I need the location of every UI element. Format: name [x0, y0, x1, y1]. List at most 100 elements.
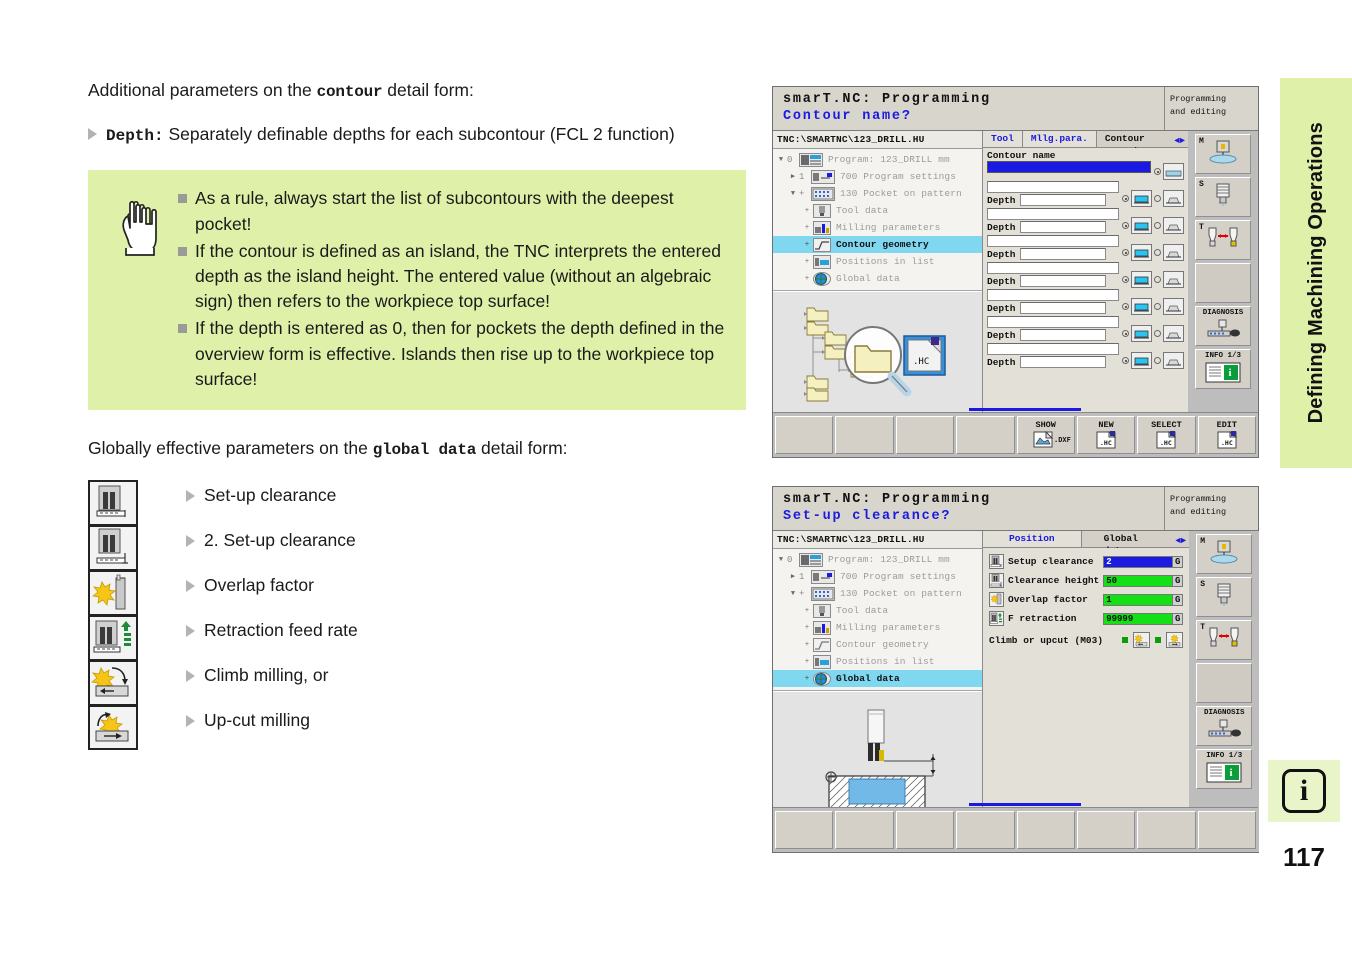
form-tab-bar[interactable]: Position Global data ◄►: [983, 531, 1190, 556]
depth-input[interactable]: [1019, 356, 1106, 368]
expand-arrow-icon[interactable]: +: [801, 224, 813, 232]
tree-row[interactable]: ▼ + 130 Pocket on pattern: [773, 185, 982, 202]
program-tree[interactable]: ▼ 0 Program: 123_DRILL mm ▶ 1 700 Progra…: [773, 149, 982, 291]
pocket-icon[interactable]: [1131, 244, 1152, 261]
tree-row[interactable]: ▼ + 130 Pocket on pattern: [773, 585, 982, 602]
island-radio[interactable]: [1154, 330, 1161, 337]
pocket-icon[interactable]: [1163, 163, 1184, 180]
pocket-radio[interactable]: [1122, 330, 1129, 337]
pocket-icon[interactable]: [1131, 298, 1152, 315]
softkey-empty[interactable]: [956, 416, 1015, 454]
upcut-radio[interactable]: [1155, 637, 1162, 643]
softkey-empty[interactable]: [775, 811, 834, 849]
spindle-softkey[interactable]: S: [1195, 177, 1251, 217]
climb-milling-icon[interactable]: [1133, 632, 1151, 648]
island-icon[interactable]: [1163, 190, 1184, 207]
pocket-icon[interactable]: [1131, 271, 1152, 288]
island-radio[interactable]: [1154, 276, 1161, 283]
subcontour-name-input[interactable]: [987, 235, 1119, 247]
depth-input[interactable]: [1019, 329, 1106, 341]
tree-row[interactable]: ▼ 0 Program: 123_DRILL mm: [773, 151, 982, 168]
tree-row[interactable]: + Tool data: [773, 202, 982, 219]
softkey-empty[interactable]: [956, 811, 1015, 849]
expand-arrow-icon[interactable]: ▼: [787, 190, 799, 198]
tab-scroll-arrows-icon[interactable]: ◄►: [1171, 135, 1188, 147]
f-retraction-input[interactable]: 99999 G: [1103, 612, 1184, 625]
expand-arrow-icon[interactable]: ▶: [787, 172, 799, 181]
pocket-icon[interactable]: [1131, 190, 1152, 207]
expand-arrow-icon[interactable]: ▼: [775, 156, 787, 164]
tree-row[interactable]: ▶ 1 700 Program settings: [773, 168, 982, 185]
tab-tool[interactable]: Tool: [983, 131, 1023, 147]
spindle-softkey[interactable]: S: [1196, 577, 1253, 617]
tab-contour-geometry[interactable]: Contour geometry: [1096, 131, 1172, 156]
blank-softkey[interactable]: [1195, 263, 1251, 303]
island-radio[interactable]: [1154, 357, 1161, 364]
subcontour-name-input[interactable]: [987, 316, 1119, 328]
expand-arrow-icon[interactable]: +: [801, 624, 813, 632]
pocket-icon[interactable]: [1131, 217, 1152, 234]
tab-global-data[interactable]: Global data: [1081, 531, 1173, 556]
tree-row[interactable]: + Tool data: [773, 602, 982, 619]
island-radio[interactable]: [1154, 249, 1161, 256]
pocket-radio[interactable]: [1122, 195, 1129, 202]
form-tab-bar[interactable]: Tool Mllg.para. Contour geometry ◄►: [983, 131, 1188, 156]
depth-input[interactable]: [1019, 194, 1106, 206]
info-softkey[interactable]: INFO 1/3 i: [1195, 349, 1251, 389]
depth-input[interactable]: [1019, 302, 1106, 314]
softkey-empty[interactable]: [1137, 811, 1196, 849]
tool-change-softkey[interactable]: T: [1196, 620, 1253, 660]
upcut-milling-icon[interactable]: [1166, 632, 1184, 648]
climb-radio[interactable]: [1122, 637, 1129, 643]
pocket-radio[interactable]: [1122, 357, 1129, 364]
tab-position[interactable]: Position: [983, 531, 1082, 547]
tree-row[interactable]: + Positions in list: [773, 653, 982, 670]
diagnosis-softkey[interactable]: DIAGNOSIS: [1195, 306, 1251, 346]
softkey-empty[interactable]: [775, 416, 834, 454]
tab-scroll-arrows-icon[interactable]: ◄►: [1172, 535, 1190, 547]
subcontour-name-input[interactable]: [987, 181, 1119, 193]
expand-arrow-icon[interactable]: +: [801, 207, 813, 215]
expand-arrow-icon[interactable]: +: [801, 258, 813, 266]
expand-arrow-icon[interactable]: +: [801, 675, 813, 683]
softkey-empty[interactable]: [895, 811, 955, 849]
island-icon[interactable]: [1163, 271, 1184, 288]
pocket-radio[interactable]: [1122, 276, 1129, 283]
tree-row[interactable]: ▶ 1 700 Program settings: [773, 568, 982, 585]
softkey-select-hc[interactable]: SELECT .HC: [1137, 416, 1196, 454]
expand-arrow-icon[interactable]: ▼: [775, 556, 787, 564]
contour-type-radio[interactable]: [1154, 168, 1161, 175]
expand-arrow-icon[interactable]: +: [801, 241, 813, 249]
softkey-empty[interactable]: [1076, 811, 1136, 849]
tree-row[interactable]: + Milling parameters: [773, 219, 982, 236]
island-icon[interactable]: [1163, 352, 1184, 369]
clearance-height-input[interactable]: 50 G: [1103, 574, 1184, 587]
tree-row[interactable]: + Positions in list: [773, 253, 982, 270]
island-icon[interactable]: [1163, 325, 1184, 342]
tree-row[interactable]: ▼ 0 Program: 123_DRILL mm: [773, 551, 982, 568]
expand-arrow-icon[interactable]: ▼: [787, 590, 799, 598]
softkey-empty[interactable]: [835, 811, 894, 849]
pocket-icon[interactable]: [1131, 325, 1152, 342]
pocket-icon[interactable]: [1131, 352, 1152, 369]
tree-row[interactable]: + Global data: [773, 270, 982, 287]
tree-row-contour-geometry[interactable]: + Contour geometry: [773, 236, 982, 253]
depth-input[interactable]: [1019, 221, 1106, 233]
pocket-radio[interactable]: [1122, 249, 1129, 256]
tree-row[interactable]: + Milling parameters: [773, 619, 982, 636]
info-softkey[interactable]: INFO 1/3 i: [1196, 749, 1253, 789]
expand-arrow-icon[interactable]: +: [801, 607, 813, 615]
tool-change-softkey[interactable]: T: [1195, 220, 1251, 260]
depth-input[interactable]: [1019, 248, 1106, 260]
island-radio[interactable]: [1154, 222, 1161, 229]
island-icon[interactable]: [1163, 298, 1184, 315]
softkey-empty[interactable]: [1197, 811, 1256, 849]
setup-clearance-input[interactable]: 2 G: [1103, 555, 1184, 568]
island-radio[interactable]: [1154, 303, 1161, 310]
expand-arrow-icon[interactable]: ▶: [787, 572, 799, 581]
subcontour-name-input[interactable]: [987, 208, 1119, 220]
island-icon[interactable]: [1163, 244, 1184, 261]
machine-softkey[interactable]: M: [1196, 534, 1253, 574]
program-tree[interactable]: ▼ 0 Program: 123_DRILL mm ▶ 1 700 Progra…: [773, 549, 982, 691]
tree-row-global-data[interactable]: + Global data: [773, 670, 982, 687]
